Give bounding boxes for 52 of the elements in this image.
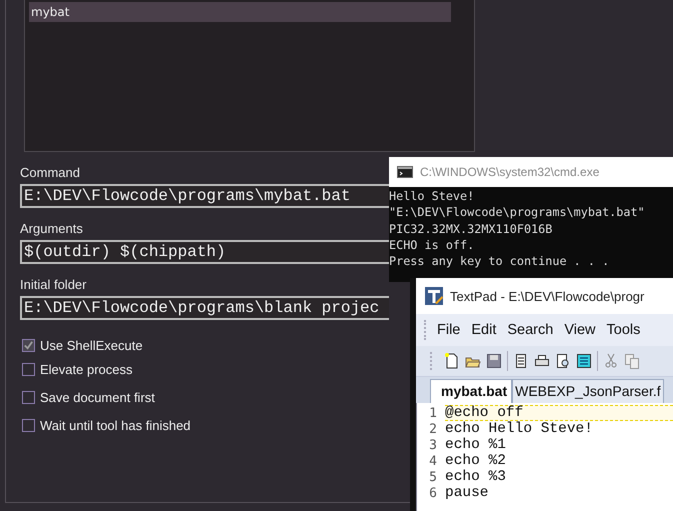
checkbox[interactable]	[22, 362, 35, 376]
checkbox-label: Use ShellExecute	[40, 338, 143, 352]
console-line: ECHO is off.	[389, 236, 476, 254]
screen-icon[interactable]	[576, 353, 592, 369]
menu-item[interactable]: Tools	[606, 322, 640, 338]
console-line: Press any key to continue . . .	[389, 253, 610, 270]
scissors-icon[interactable]	[603, 353, 619, 369]
checkbox-label: Elevate process	[40, 362, 132, 376]
line-number: 4	[428, 454, 438, 468]
checkbox[interactable]	[22, 418, 35, 432]
checkbox-label: Save document first	[40, 390, 155, 404]
line-number: 1	[428, 406, 438, 420]
menu-item[interactable]: Edit	[471, 322, 496, 338]
window-title: TextPad - E:\DEV\Flowcode\progr	[450, 288, 644, 304]
input-field[interactable]: E:\DEV\Flowcode\programs\blank projec	[20, 296, 389, 320]
copy-icon[interactable]	[624, 353, 640, 369]
grip-handle[interactable]	[424, 320, 429, 340]
list-item[interactable]: mybat	[29, 2, 451, 22]
code-line: echo %1	[445, 437, 507, 453]
checkbox[interactable]	[22, 390, 35, 404]
line-number: 5	[428, 470, 438, 484]
console-icon	[397, 166, 413, 178]
code-line: echo %2	[445, 453, 507, 469]
printer-icon[interactable]	[534, 353, 550, 369]
field-label: Command	[20, 165, 80, 180]
menu-item[interactable]: File	[437, 322, 460, 338]
new-file-icon[interactable]	[444, 353, 460, 369]
field-label: Initial folder	[20, 277, 86, 292]
code-line: echo %3	[445, 469, 507, 485]
input-field[interactable]: $(outdir) $(chippath)	[20, 240, 389, 264]
grip-handle[interactable]	[430, 352, 435, 370]
field-label: Arguments	[20, 221, 83, 236]
file-tab[interactable]: mybat.bat	[430, 379, 512, 403]
line-number: 3	[428, 438, 438, 452]
code-line: pause	[445, 485, 490, 501]
menu-item[interactable]: Search	[507, 322, 554, 338]
line-number: 6	[428, 486, 438, 500]
save-icon[interactable]	[486, 353, 502, 369]
console-line: "E:\DEV\Flowcode\programs\mybat.bat"	[389, 204, 646, 221]
checkbox[interactable]	[22, 338, 35, 352]
preview-icon[interactable]	[555, 353, 571, 369]
console-line: PIC32.32MX.32MX110F016B	[389, 220, 554, 237]
console-line: Hello Steve!	[389, 188, 476, 204]
input-field[interactable]: E:\DEV\Flowcode\programs\mybat.bat	[20, 184, 389, 208]
checkbox-label: Wait until tool has finished	[40, 418, 191, 432]
app-icon	[424, 286, 444, 306]
line-number: 2	[428, 422, 438, 436]
document-icon[interactable]	[513, 353, 529, 369]
file-tab[interactable]: WEBEXP_JsonParser.f	[512, 379, 664, 403]
menu-item[interactable]: View	[564, 322, 596, 338]
code-line: echo Hello Steve!	[445, 421, 594, 437]
window-title: C:\WINDOWS\system32\cmd.exe	[420, 165, 600, 179]
